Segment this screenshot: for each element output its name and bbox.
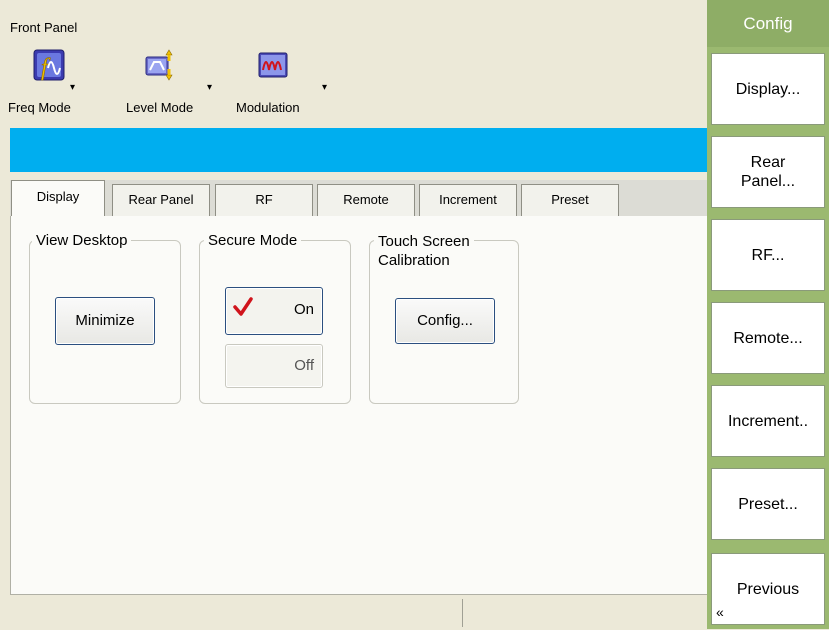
touch-screen-config-button[interactable]: Config... (395, 298, 495, 344)
touch-screen-legend-line1: Touch Screen (378, 233, 470, 250)
softkey-panel: Config Display... Rear Panel... RF... Re… (707, 0, 829, 629)
secure-mode-on-button[interactable]: On (225, 287, 323, 335)
softkey-remote-label: Remote... (733, 329, 803, 347)
tab-strip: Display Rear Panel RF Remote Increment P… (10, 180, 708, 217)
secure-mode-off-button[interactable]: Off (225, 344, 323, 388)
window: Front Panel f ▾ Freq Mode ▾ Level Mode ▾… (0, 0, 829, 630)
tab-rear-panel[interactable]: Rear Panel (112, 184, 210, 216)
status-separator (462, 599, 463, 627)
checkmark-icon (232, 296, 254, 322)
minimize-button[interactable]: Minimize (55, 297, 155, 345)
status-message-bar (10, 128, 708, 172)
tab-increment[interactable]: Increment (419, 184, 517, 216)
level-mode-icon (142, 48, 176, 82)
touch-screen-legend: Touch Screen Calibration (374, 232, 474, 270)
softkey-preset-label: Preset... (738, 495, 798, 513)
level-mode-button[interactable]: ▾ Level Mode (122, 48, 212, 115)
level-mode-caret: ▾ (207, 82, 213, 93)
panel-title: Front Panel (10, 20, 78, 35)
tab-preset[interactable]: Preset (521, 184, 619, 216)
secure-mode-on-label: On (293, 301, 314, 318)
secure-mode-group: Secure Mode On Off (199, 232, 351, 404)
softkey-rf[interactable]: RF... (711, 219, 825, 291)
modulation-caret: ▾ (322, 82, 328, 93)
softkey-rear-panel[interactable]: Rear Panel... (711, 136, 825, 208)
front-panel: Front Panel f ▾ Freq Mode ▾ Level Mode ▾… (0, 0, 710, 630)
softkey-previous[interactable]: Previous « (711, 553, 825, 625)
softkey-rf-label: RF... (751, 246, 785, 264)
status-bar (10, 594, 708, 630)
softkey-rear-panel-label-1: Rear (750, 154, 786, 171)
level-mode-label: Level Mode (126, 100, 194, 115)
touch-screen-calibration-group: Touch Screen Calibration Config... (369, 232, 519, 404)
toolbar: f ▾ Freq Mode ▾ Level Mode ▾ Modulation (0, 48, 708, 128)
tab-display[interactable]: Display (11, 180, 105, 217)
tab-content-display: View Desktop Minimize Secure Mode On Off (10, 216, 708, 594)
softkey-display-label: Display... (735, 80, 801, 98)
modulation-icon (256, 48, 290, 82)
freq-mode-caret: ▾ (70, 82, 76, 93)
secure-mode-legend: Secure Mode (204, 232, 302, 249)
tab-remote[interactable]: Remote (317, 184, 415, 216)
softkey-previous-label: Previous (736, 580, 800, 598)
tab-rf[interactable]: RF (215, 184, 313, 216)
softkey-display[interactable]: Display... (711, 53, 825, 125)
secure-mode-off-label: Off (294, 357, 314, 374)
softkey-menu-title: Config (707, 0, 829, 47)
softkey-increment[interactable]: Increment.. (711, 385, 825, 457)
freq-mode-icon: f (32, 48, 66, 82)
softkey-increment-label: Increment.. (727, 412, 809, 430)
touch-screen-legend-line2: Calibration (378, 252, 450, 269)
modulation-label: Modulation (236, 100, 300, 115)
softkey-remote[interactable]: Remote... (711, 302, 825, 374)
softkey-rear-panel-label-2: Panel... (740, 173, 796, 190)
freq-mode-label: Freq Mode (8, 100, 71, 115)
view-desktop-legend: View Desktop (32, 232, 132, 249)
chevron-left-icon: « (716, 604, 724, 620)
modulation-button[interactable]: ▾ Modulation (236, 48, 327, 115)
softkey-preset[interactable]: Preset... (711, 468, 825, 540)
freq-mode-button[interactable]: f ▾ Freq Mode (8, 48, 90, 115)
view-desktop-group: View Desktop Minimize (29, 232, 181, 404)
